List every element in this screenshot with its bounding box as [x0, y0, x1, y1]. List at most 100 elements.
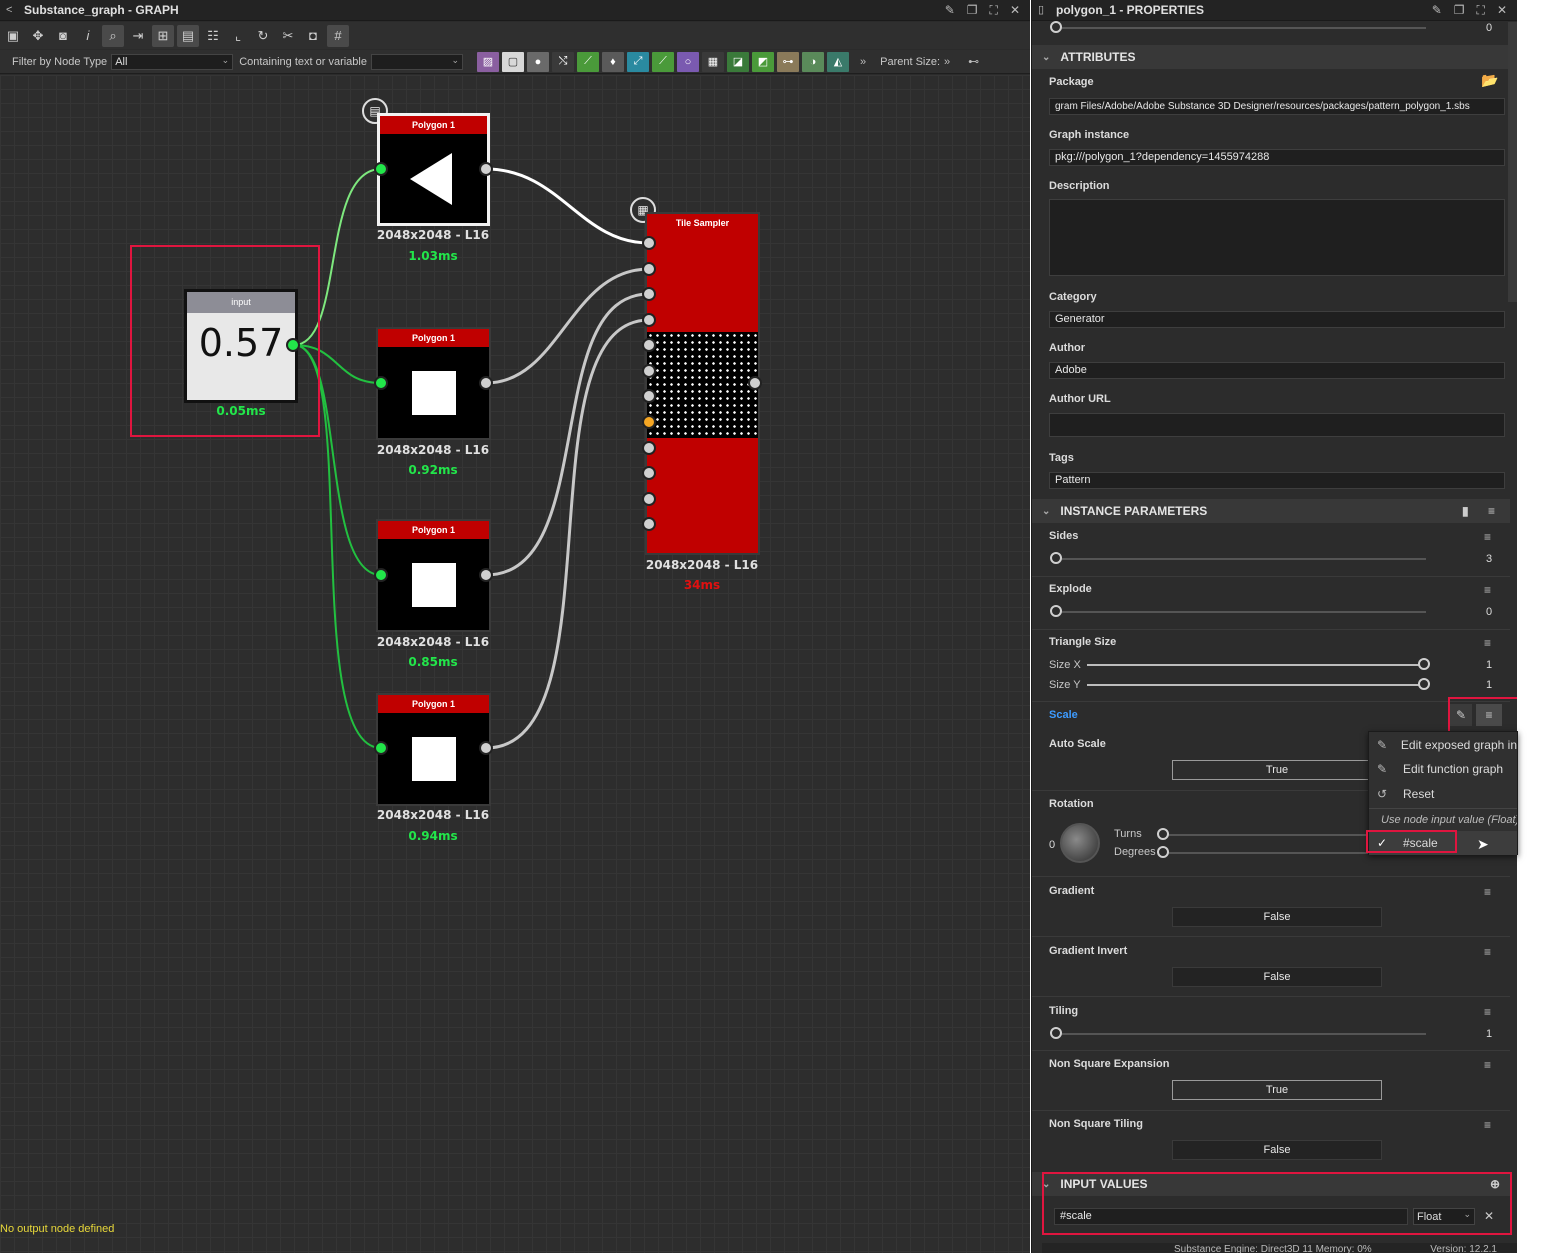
- gradient-icon[interactable]: ⟋: [651, 51, 674, 72]
- maximize-icon[interactable]: ⛶: [1477, 3, 1485, 18]
- author-field[interactable]: Adobe: [1049, 362, 1505, 379]
- degrees-slider-track[interactable]: [1168, 852, 1368, 854]
- shape-icon[interactable]: ○: [676, 51, 699, 72]
- image-input-icon[interactable]: ▨: [476, 51, 499, 72]
- pin-icon[interactable]: ✎: [1432, 3, 1442, 18]
- tile-input-port[interactable]: [642, 313, 656, 327]
- frame-selected-icon[interactable]: ✥: [27, 25, 49, 47]
- polygon-node-3[interactable]: Polygon 1: [376, 519, 491, 632]
- edit-function-graph-item[interactable]: ✎ Edit function graph: [1369, 757, 1517, 781]
- tile-input-port[interactable]: [642, 338, 656, 352]
- bitmap-icon[interactable]: ▢: [501, 51, 524, 72]
- drop-icon[interactable]: ♦: [601, 51, 624, 72]
- param-menu-icon[interactable]: ≡: [1484, 885, 1491, 899]
- auto-scale-toggle[interactable]: True: [1172, 760, 1382, 780]
- filter-node-type-select[interactable]: All ⌄: [111, 53, 234, 70]
- param-menu-icon[interactable]: ≡: [1484, 1005, 1491, 1019]
- float-icon[interactable]: ❐: [967, 3, 978, 18]
- size-y-slider-knob[interactable]: [1418, 678, 1430, 690]
- layout-icon[interactable]: ☷: [202, 25, 224, 47]
- snapshot-icon[interactable]: ◙: [52, 25, 74, 47]
- graph-instance-field[interactable]: pkg:///polygon_1?dependency=1455974288: [1049, 149, 1505, 166]
- more-icon[interactable]: »: [860, 56, 866, 68]
- tile-input-port[interactable]: [642, 441, 656, 455]
- tile-input-port[interactable]: [642, 262, 656, 276]
- size-x-slider-track[interactable]: [1087, 664, 1427, 666]
- polygon-3-output-port[interactable]: [479, 568, 493, 582]
- nse-toggle[interactable]: True: [1172, 1080, 1382, 1100]
- levels-icon[interactable]: ◩: [751, 51, 774, 72]
- search-icon[interactable]: ⌕: [102, 24, 124, 47]
- tile-input-port[interactable]: [642, 492, 656, 506]
- input-output-port[interactable]: [286, 338, 300, 352]
- node-link-icon[interactable]: ⇥: [127, 25, 149, 47]
- sides-slider-track[interactable]: [1056, 558, 1426, 560]
- param-menu-icon[interactable]: ≡: [1484, 945, 1491, 959]
- maximize-icon[interactable]: ⛶: [990, 3, 998, 18]
- description-field[interactable]: [1049, 199, 1505, 276]
- polygon-1-output-port[interactable]: [479, 162, 493, 176]
- close-icon[interactable]: ✕: [1497, 3, 1507, 18]
- turns-slider-knob[interactable]: [1157, 828, 1169, 840]
- tools-icon[interactable]: ✂: [277, 25, 299, 47]
- param-menu-icon[interactable]: ≡: [1484, 530, 1491, 544]
- transform-icon[interactable]: ⤢: [626, 51, 649, 72]
- attributes-header[interactable]: ⌄ ATTRIBUTES: [1032, 45, 1510, 69]
- tile-icon[interactable]: ▦: [701, 51, 724, 72]
- gradient-invert-toggle[interactable]: False: [1172, 967, 1382, 987]
- size-y-slider-track[interactable]: [1087, 684, 1427, 686]
- menu-icon[interactable]: ≡: [1488, 504, 1495, 518]
- tile-input-port[interactable]: [642, 415, 656, 429]
- blur-icon[interactable]: ●: [526, 51, 549, 72]
- tile-input-port[interactable]: [642, 364, 656, 378]
- input-node[interactable]: input 0.57: [184, 289, 298, 403]
- polygon-2-input-port[interactable]: [374, 376, 388, 390]
- param-menu-icon[interactable]: ≡: [1484, 1058, 1491, 1072]
- gradient-toggle[interactable]: False: [1172, 907, 1382, 927]
- blend-icon[interactable]: ◪: [726, 51, 749, 72]
- polygon-1-input-port[interactable]: [374, 162, 388, 176]
- param-menu-icon[interactable]: ≡: [1484, 583, 1491, 597]
- folder-icon[interactable]: 📂: [1481, 72, 1498, 89]
- turns-slider-track[interactable]: [1168, 834, 1368, 836]
- top-slider-track[interactable]: [1056, 27, 1426, 29]
- explode-slider-knob[interactable]: [1050, 605, 1062, 617]
- tiling-slider-knob[interactable]: [1050, 1027, 1062, 1039]
- polygon-node-1[interactable]: Polygon 1: [377, 113, 490, 226]
- explode-slider-track[interactable]: [1056, 611, 1426, 613]
- properties-scrollbar[interactable]: [1508, 22, 1517, 302]
- size-x-slider-knob[interactable]: [1418, 658, 1430, 670]
- tags-field[interactable]: Pattern: [1049, 472, 1505, 489]
- param-menu-icon[interactable]: ≡: [1484, 1118, 1491, 1132]
- tile-input-port[interactable]: [642, 389, 656, 403]
- connect-icon[interactable]: ⌞: [227, 25, 249, 47]
- rotation-dial[interactable]: [1060, 823, 1100, 863]
- close-icon[interactable]: ✕: [1010, 3, 1020, 18]
- parent-size-expand-icon[interactable]: »: [944, 56, 950, 68]
- histogram-icon[interactable]: ◭: [826, 51, 849, 72]
- top-slider-knob[interactable]: [1050, 21, 1062, 33]
- shuffle-icon[interactable]: ⤭: [551, 51, 574, 72]
- polygon-node-4[interactable]: Polygon 1: [376, 693, 491, 806]
- sides-slider-knob[interactable]: [1050, 552, 1062, 564]
- author-url-field[interactable]: [1049, 413, 1505, 437]
- polygon-2-output-port[interactable]: [479, 376, 493, 390]
- frame-all-icon[interactable]: ▣: [2, 25, 24, 47]
- tiling-slider-track[interactable]: [1056, 1033, 1426, 1035]
- instance-parameters-header[interactable]: ⌄ INSTANCE PARAMETERS ▮ ≡: [1032, 499, 1510, 523]
- info-icon[interactable]: 𝑖: [77, 25, 99, 47]
- package-field[interactable]: gram Files/Adobe/Adobe Substance 3D Desi…: [1049, 98, 1505, 115]
- category-field[interactable]: Generator: [1049, 311, 1505, 328]
- pin-icon[interactable]: ✎: [945, 3, 955, 18]
- polygon-node-2[interactable]: Polygon 1: [376, 327, 491, 440]
- polygon-3-input-port[interactable]: [374, 568, 388, 582]
- polygon-4-output-port[interactable]: [479, 741, 493, 755]
- tile-input-port[interactable]: [642, 287, 656, 301]
- tile-input-port[interactable]: [642, 517, 656, 531]
- comments-icon[interactable]: ▤: [177, 24, 199, 47]
- tile-input-port[interactable]: [642, 236, 656, 250]
- preset-icon[interactable]: ▮: [1462, 504, 1469, 518]
- refresh-icon[interactable]: ↻: [252, 25, 274, 47]
- containing-text-input[interactable]: ⌄: [370, 53, 463, 70]
- polygon-4-input-port[interactable]: [374, 741, 388, 755]
